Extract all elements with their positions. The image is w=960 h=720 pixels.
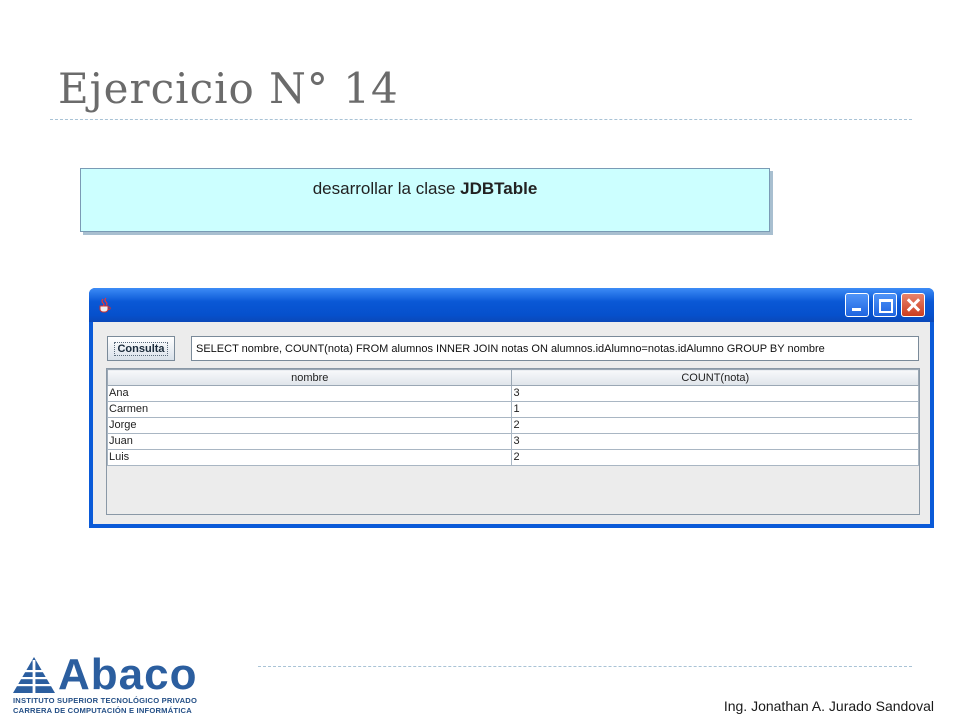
table-header-row: nombre COUNT(nota) — [106, 369, 919, 386]
minimize-icon[interactable] — [845, 293, 869, 317]
logo-subtitle-2: CARRERA DE COMPUTACIÓN E INFORMÁTICA — [13, 706, 192, 715]
table-row[interactable]: Ana 3 — [106, 385, 919, 402]
table-row[interactable]: Carmen 1 — [106, 401, 919, 418]
table-cell[interactable]: 1 — [511, 401, 919, 418]
results-table-viewport[interactable]: nombre COUNT(nota) Ana 3 Carmen 1 Jorge — [106, 368, 920, 515]
table-cell[interactable]: Ana — [106, 385, 513, 402]
app-window: Consulta nombre COUNT(nota) Ana 3 — [89, 288, 934, 528]
maximize-icon[interactable] — [873, 293, 897, 317]
author-credit: Ing. Jonathan A. Jurado Sandoval — [723, 698, 934, 714]
logo-wordmark: Abaco — [58, 650, 198, 699]
task-text: desarrollar la clase JDBTable — [81, 179, 769, 199]
title-divider — [50, 119, 912, 120]
column-header-count[interactable]: COUNT(nota) — [511, 369, 919, 386]
sql-query-input[interactable] — [191, 336, 919, 361]
table-cell[interactable]: 3 — [511, 385, 919, 402]
close-icon[interactable] — [901, 293, 925, 317]
consulta-button-label: Consulta — [114, 341, 168, 356]
table-cell[interactable]: Luis — [106, 449, 513, 466]
window-titlebar[interactable] — [89, 288, 934, 322]
abaco-pyramid-icon — [13, 657, 55, 693]
column-header-nombre[interactable]: nombre — [106, 369, 513, 386]
task-class-name: JDBTable — [460, 179, 538, 198]
task-text-prefix: desarrollar la clase — [312, 179, 461, 198]
table-row[interactable]: Jorge 2 — [106, 417, 919, 434]
results-table: nombre COUNT(nota) Ana 3 Carmen 1 Jorge — [106, 369, 919, 466]
table-cell[interactable]: 2 — [511, 449, 919, 466]
table-row[interactable]: Luis 2 — [106, 449, 919, 466]
table-cell[interactable]: Jorge — [106, 417, 513, 434]
footer-divider — [258, 666, 912, 667]
table-cell[interactable]: Juan — [106, 433, 513, 450]
java-cup-icon[interactable] — [97, 297, 113, 313]
window-content: Consulta nombre COUNT(nota) Ana 3 — [93, 322, 930, 524]
consulta-button[interactable]: Consulta — [107, 336, 175, 361]
task-box: desarrollar la clase JDBTable — [80, 168, 770, 232]
logo-subtitle-1: INSTITUTO SUPERIOR TECNOLÓGICO PRIVADO — [13, 696, 198, 705]
table-cell[interactable]: 3 — [511, 433, 919, 450]
table-cell[interactable]: 2 — [511, 417, 919, 434]
table-row[interactable]: Juan 3 — [106, 433, 919, 450]
slide-title: Ejercicio N° 14 — [58, 64, 399, 113]
abaco-logo: Abaco INSTITUTO SUPERIOR TECNOLÓGICO PRI… — [12, 650, 234, 716]
table-cell[interactable]: Carmen — [106, 401, 513, 418]
